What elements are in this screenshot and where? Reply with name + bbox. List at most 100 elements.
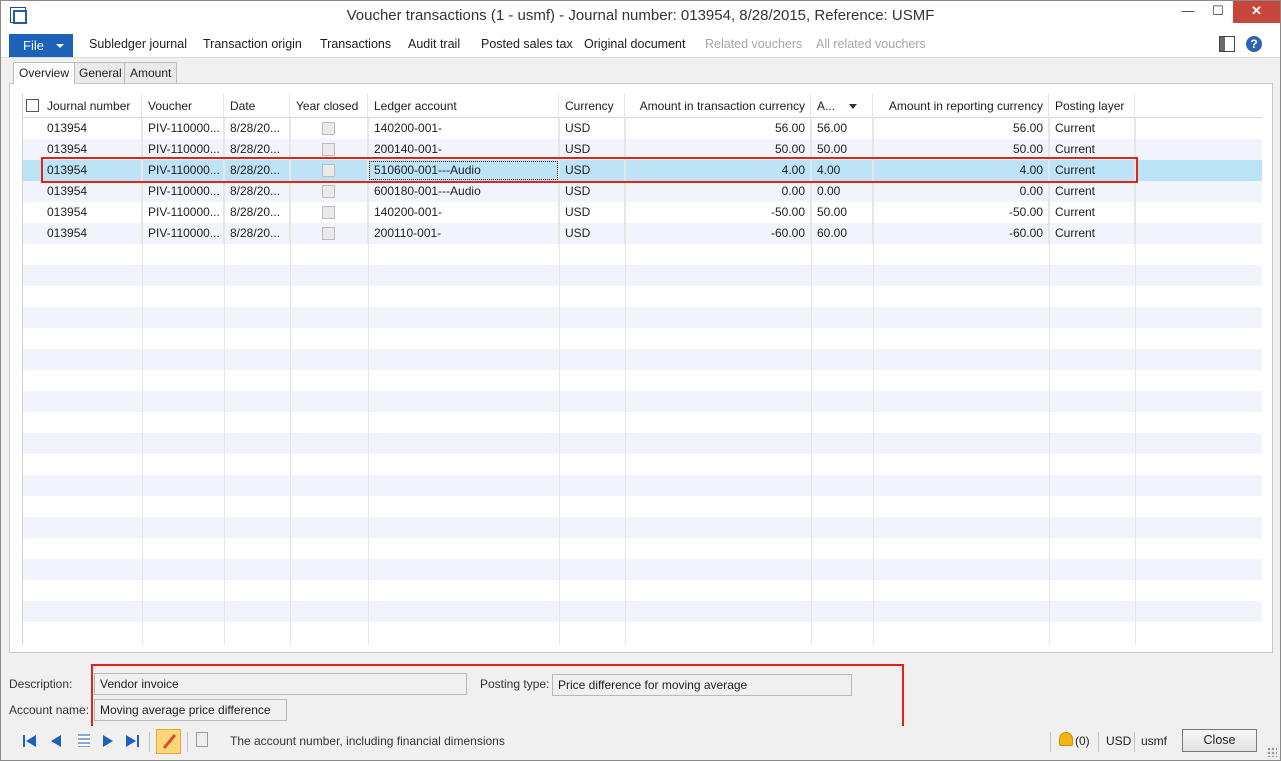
- grid-view-icon[interactable]: [78, 734, 90, 747]
- file-menu-button[interactable]: File: [9, 34, 73, 57]
- cell-journal-number[interactable]: 013954: [41, 202, 142, 223]
- cell-journal-number[interactable]: 013954: [41, 118, 142, 139]
- cell-currency[interactable]: USD: [559, 118, 625, 139]
- cell-voucher[interactable]: PIV-110000...: [142, 202, 224, 223]
- help-icon[interactable]: ?: [1246, 36, 1262, 52]
- all-related-vouchers-button[interactable]: All related vouchers: [816, 37, 926, 51]
- title-bar: Voucher transactions (1 - usmf) - Journa…: [1, 1, 1280, 32]
- cell-ledger-account[interactable]: 140200-001-: [368, 118, 559, 139]
- notification-count[interactable]: (0): [1075, 734, 1090, 748]
- window-close-button[interactable]: ✕: [1233, 1, 1280, 23]
- table-row[interactable]: 013954 PIV-110000... 8/28/20... 140200-001-…: [23, 118, 1262, 139]
- cell-year-closed[interactable]: [290, 202, 368, 223]
- col-amount-reporting-currency[interactable]: Amount in reporting currency: [873, 94, 1049, 118]
- empty-row: [23, 244, 1262, 265]
- audit-trail-button[interactable]: Audit trail: [408, 37, 460, 51]
- cell-amount-reporting[interactable]: 56.00: [873, 118, 1049, 139]
- attachment-icon[interactable]: [196, 732, 208, 747]
- table-row[interactable]: 013954 PIV-110000... 8/28/20... 200110-001-…: [23, 223, 1262, 244]
- tab-general[interactable]: General: [73, 62, 128, 83]
- cell-date[interactable]: 8/28/20...: [224, 223, 290, 244]
- col-posting-layer[interactable]: Posting layer: [1049, 94, 1135, 118]
- col-voucher[interactable]: Voucher: [142, 94, 224, 118]
- cell-year-closed[interactable]: [290, 223, 368, 244]
- col-currency[interactable]: Currency: [559, 94, 625, 118]
- status-currency[interactable]: USD: [1106, 734, 1131, 748]
- col-ledger-account[interactable]: Ledger account: [368, 94, 559, 118]
- table-row[interactable]: 013954 PIV-110000... 8/28/20... 600180-001-…: [23, 181, 1262, 202]
- column-divider: [559, 118, 560, 645]
- year-closed-checkbox: [322, 227, 335, 240]
- cell-posting-layer[interactable]: Current: [1049, 118, 1135, 139]
- related-vouchers-button[interactable]: Related vouchers: [705, 37, 802, 51]
- cell-a[interactable]: 56.00: [811, 118, 873, 139]
- cell-posting-layer[interactable]: Current: [1049, 223, 1135, 244]
- description-field[interactable]: Vendor invoice: [94, 673, 467, 695]
- bell-icon[interactable]: [1059, 732, 1073, 746]
- cell-date[interactable]: 8/28/20...: [224, 202, 290, 223]
- col-year-closed[interactable]: Year closed: [290, 94, 368, 118]
- col-date[interactable]: Date: [224, 94, 290, 118]
- cell-amount-reporting[interactable]: -50.00: [873, 202, 1049, 223]
- last-record-icon[interactable]: [124, 734, 140, 748]
- edit-pencil-icon[interactable]: [156, 729, 181, 754]
- cell-amount-transaction[interactable]: 56.00: [625, 118, 811, 139]
- col-a-sorted[interactable]: A...: [811, 94, 873, 118]
- cell-voucher[interactable]: PIV-110000...: [142, 181, 224, 202]
- cell-voucher[interactable]: PIV-110000...: [142, 223, 224, 244]
- posting-type-label: Posting type:: [480, 677, 550, 691]
- sort-descending-icon: [849, 104, 858, 110]
- cell-a[interactable]: 60.00: [811, 223, 873, 244]
- empty-row: [23, 412, 1262, 433]
- empty-row: [23, 349, 1262, 370]
- cell-date[interactable]: 8/28/20...: [224, 181, 290, 202]
- resize-grip-icon[interactable]: [1267, 747, 1277, 757]
- cell-year-closed[interactable]: [290, 181, 368, 202]
- table-row[interactable]: 013954 PIV-110000... 8/28/20... 140200-001-…: [23, 202, 1262, 223]
- file-menu-label: File: [23, 38, 44, 53]
- cell-posting-layer[interactable]: Current: [1049, 202, 1135, 223]
- cell-currency[interactable]: USD: [559, 202, 625, 223]
- cell-ledger-account[interactable]: 200110-001-: [368, 223, 559, 244]
- close-button[interactable]: Close: [1182, 729, 1257, 752]
- tab-overview[interactable]: Overview: [13, 62, 76, 84]
- cell-currency[interactable]: USD: [559, 223, 625, 244]
- previous-record-icon[interactable]: [48, 734, 64, 748]
- subledger-journal-button[interactable]: Subledger journal: [89, 37, 187, 51]
- minimize-button[interactable]: —: [1171, 1, 1205, 23]
- transactions-button[interactable]: Transactions: [320, 37, 391, 51]
- cell-journal-number[interactable]: 013954: [41, 223, 142, 244]
- layout-icon[interactable]: [1219, 36, 1235, 52]
- cell-date[interactable]: 8/28/20...: [224, 118, 290, 139]
- column-divider: [142, 118, 143, 645]
- maximize-button[interactable]: ☐: [1201, 1, 1235, 23]
- cell-ledger-account[interactable]: 140200-001-: [368, 202, 559, 223]
- cell-a[interactable]: 50.00: [811, 202, 873, 223]
- original-document-button[interactable]: Original document: [584, 37, 685, 51]
- cell-amount-transaction[interactable]: 0.00: [625, 181, 811, 202]
- cell-year-closed[interactable]: [290, 118, 368, 139]
- cell-ledger-account[interactable]: 600180-001---Audio: [368, 181, 559, 202]
- select-all-checkbox[interactable]: [26, 99, 39, 112]
- cell-journal-number[interactable]: 013954: [41, 181, 142, 202]
- posting-type-field[interactable]: Price difference for moving average: [552, 674, 852, 696]
- status-company[interactable]: usmf: [1141, 734, 1167, 748]
- column-divider: [1049, 118, 1050, 645]
- cell-posting-layer[interactable]: Current: [1049, 181, 1135, 202]
- cell-amount-transaction[interactable]: -50.00: [625, 202, 811, 223]
- col-journal-number[interactable]: Journal number: [41, 94, 142, 118]
- posted-sales-tax-button[interactable]: Posted sales tax: [481, 37, 573, 51]
- divider: [149, 732, 150, 752]
- col-amount-transaction-currency[interactable]: Amount in transaction currency: [625, 94, 811, 118]
- transaction-origin-button[interactable]: Transaction origin: [203, 37, 302, 51]
- account-name-field[interactable]: Moving average price difference: [94, 699, 287, 721]
- next-record-icon[interactable]: [100, 734, 116, 748]
- cell-currency[interactable]: USD: [559, 181, 625, 202]
- first-record-icon[interactable]: [22, 734, 38, 748]
- cell-amount-reporting[interactable]: -60.00: [873, 223, 1049, 244]
- cell-a[interactable]: 0.00: [811, 181, 873, 202]
- tab-amount[interactable]: Amount: [124, 62, 178, 83]
- cell-amount-transaction[interactable]: -60.00: [625, 223, 811, 244]
- cell-voucher[interactable]: PIV-110000...: [142, 118, 224, 139]
- cell-amount-reporting[interactable]: 0.00: [873, 181, 1049, 202]
